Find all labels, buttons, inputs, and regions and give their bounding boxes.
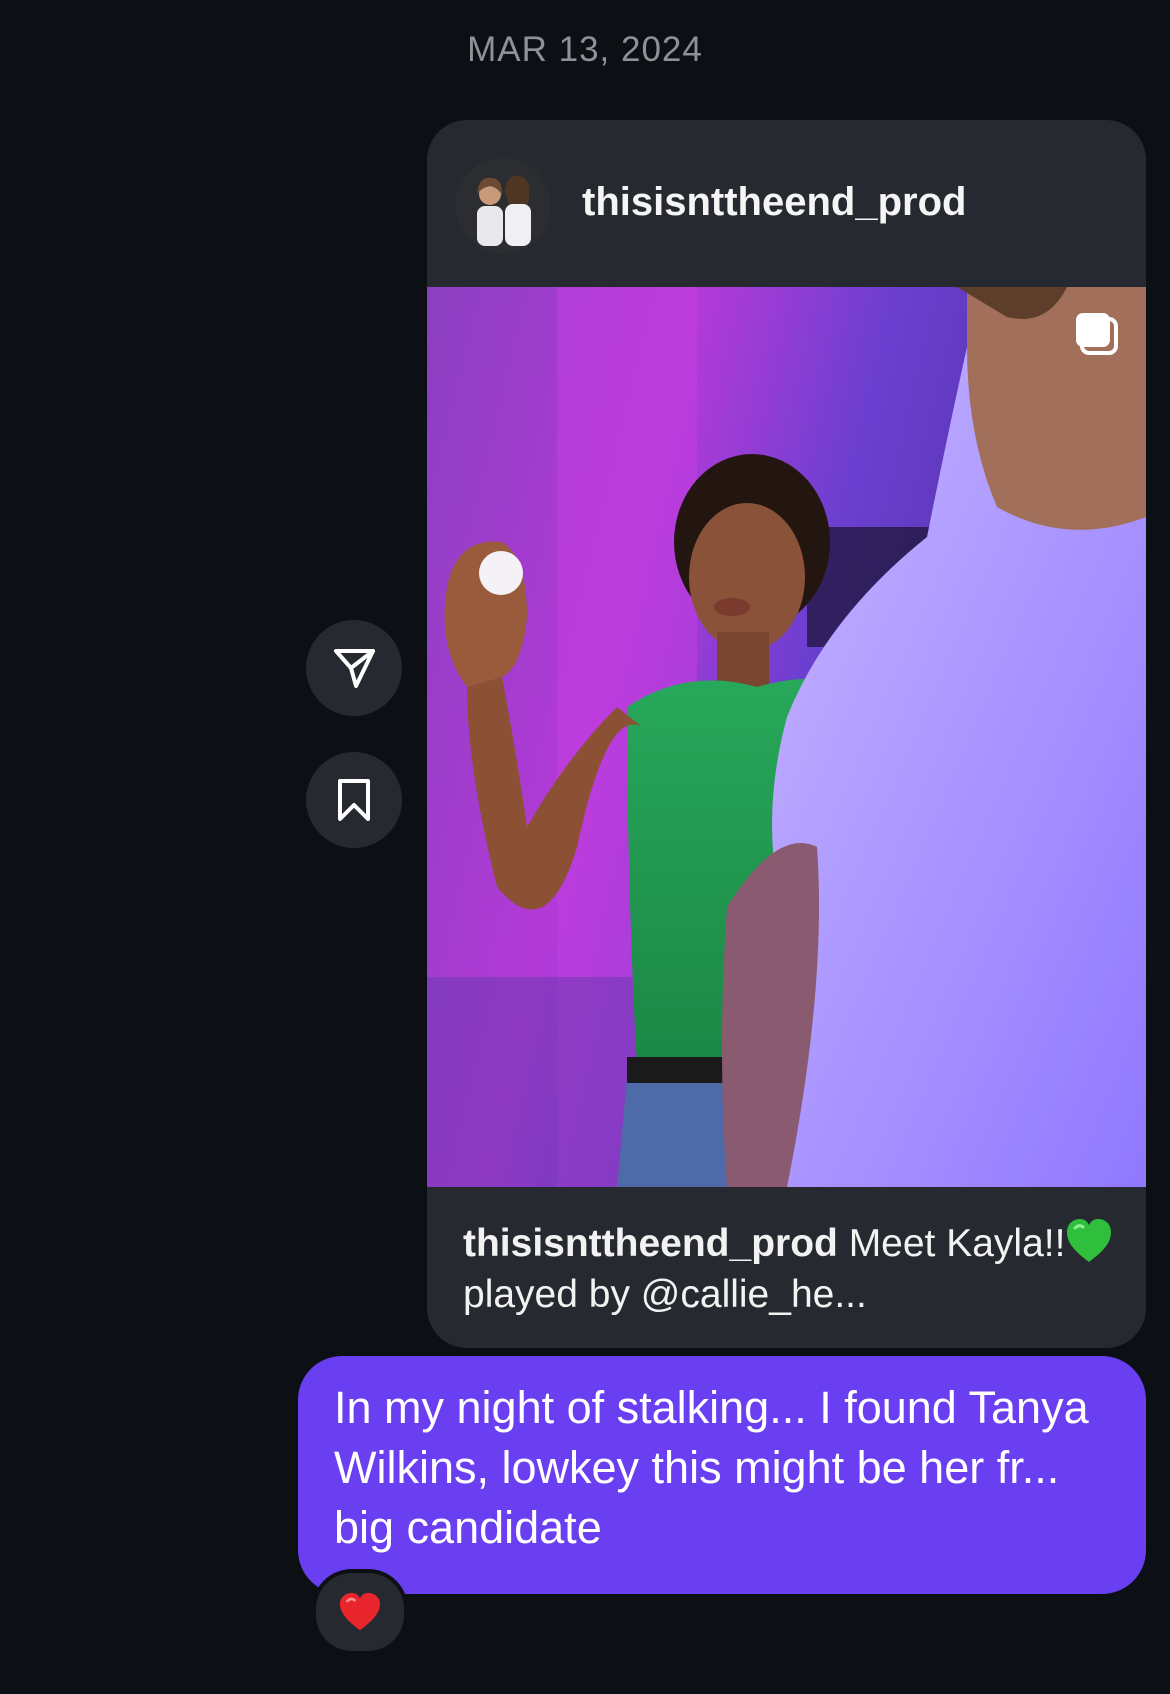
caption-username[interactable]: thisisnttheend_prod [463,1222,838,1265]
caption-text-1: Meet Kayla!! [848,1222,1066,1265]
reaction-badge[interactable] [312,1569,408,1655]
profile-avatar[interactable] [455,158,551,254]
carousel-icon [1072,309,1124,361]
green-heart-icon [1065,1218,1113,1264]
post-username[interactable]: thisisnttheend_prod [582,180,966,225]
date-header: MAR 13, 2024 [467,30,703,69]
red-heart-icon [340,1592,380,1631]
post-image[interactable] [427,287,1146,1187]
message-bubble[interactable]: In my night of stalking... I found Tanya… [298,1356,1146,1594]
post-caption: thisisnttheend_prod Meet Kayla!! played … [463,1218,1123,1320]
bookmark-icon [338,779,370,821]
share-button[interactable] [306,620,402,716]
send-icon [334,649,375,688]
save-button[interactable] [306,752,402,848]
post-header[interactable]: thisisnttheend_prod [427,120,1146,287]
caption-text-2: played by @callie_he... [463,1273,867,1316]
shared-post-card[interactable]: thisisnttheend_prod thisisnttheend_prod … [427,120,1146,1348]
message-text: In my night of stalking... I found Tanya… [334,1382,1089,1553]
